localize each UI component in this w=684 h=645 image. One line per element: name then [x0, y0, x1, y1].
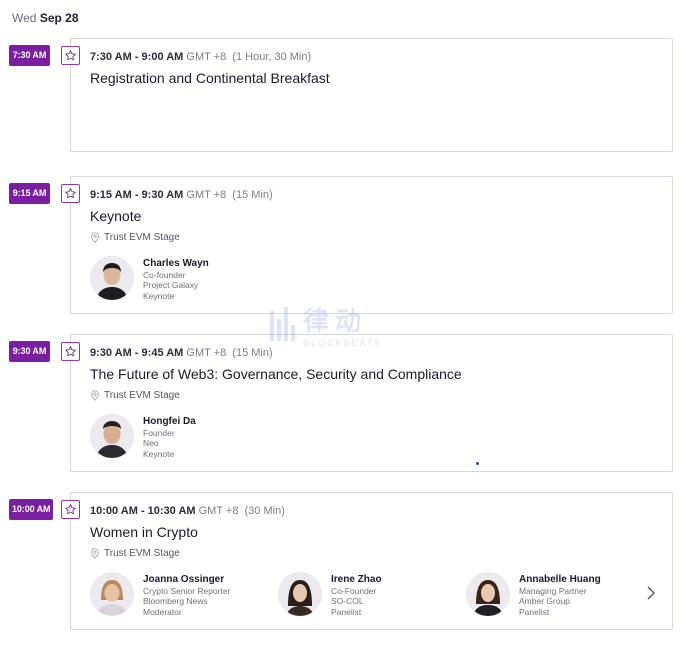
avatar [90, 414, 134, 458]
speaker-type: Keynote [143, 290, 175, 301]
speaker-org: Amber Group [519, 596, 571, 606]
speaker-org: Neo [143, 438, 159, 448]
favorite-button[interactable] [61, 500, 80, 519]
star-icon [65, 346, 76, 357]
map-pin-icon [91, 232, 99, 243]
session-location: Trust EVM Stage [90, 390, 660, 401]
duration: (1 Hour, 30 Min) [232, 51, 312, 63]
speaker-list: Joanna Ossinger Crypto Senior Reporter B… [90, 572, 660, 618]
star-icon [65, 188, 76, 199]
duration: (15 Min) [232, 189, 273, 201]
session-start-badge: 9:30 AM [9, 341, 50, 362]
speaker-name: Charles Wayn [143, 258, 209, 269]
speaker-org: Bloomberg News [143, 596, 208, 606]
session-title[interactable]: Women in Crypto [90, 524, 660, 540]
speaker-role: Co-founder [143, 269, 186, 280]
session-1: 7:30 AM 7:30 AM - 9:00 AM GMT +8 (1 Hour… [0, 38, 684, 152]
session-title[interactable]: Registration and Continental Breakfast [90, 70, 660, 86]
speaker-type: Panelist [331, 606, 362, 617]
session-2: 9:15 AM 9:15 AM - 9:30 AM GMT +8 (15 Min… [0, 176, 684, 314]
session-time-range: 9:15 AM - 9:30 AM GMT +8 (15 Min) [90, 189, 660, 201]
time-span: 9:15 AM - 9:30 AM [90, 189, 184, 201]
session-start-badge: 10:00 AM [9, 499, 54, 520]
duration: (15 Min) [232, 347, 273, 359]
speaker-name: Hongfei Da [143, 416, 196, 427]
speaker[interactable]: Irene Zhao Co-Founder SO-COL Panelist [278, 572, 382, 617]
session-4: 10:00 AM 10:00 AM - 10:30 AM GMT +8 (30 … [0, 492, 684, 630]
avatar [90, 256, 134, 300]
speaker-list: Charles Wayn Co-founder Project Galaxy K… [90, 256, 660, 302]
time-span: 9:30 AM - 9:45 AM [90, 347, 184, 359]
speaker-name: Irene Zhao [331, 574, 382, 585]
location-label: Trust EVM Stage [104, 548, 180, 559]
avatar [90, 572, 134, 616]
session-title[interactable]: The Future of Web3: Governance, Security… [90, 366, 660, 382]
speaker-type: Panelist [519, 606, 550, 617]
speaker-role: Crypto Senior Reporter [143, 585, 231, 596]
speaker[interactable]: Hongfei Da Founder Neo Keynote [90, 414, 196, 459]
favorite-button[interactable] [61, 46, 80, 65]
map-pin-icon [91, 390, 99, 401]
speaker-role: Co-Founder [331, 585, 377, 596]
session-3: 9:30 AM 9:30 AM - 9:45 AM GMT +8 (15 Min… [0, 334, 684, 472]
avatar [278, 572, 322, 616]
speaker-name: Annabelle Huang [519, 574, 601, 585]
timezone: GMT +8 [186, 347, 227, 359]
favorite-button[interactable] [61, 342, 80, 361]
speaker-org: SO-COL [331, 596, 364, 606]
duration: (30 Min) [244, 505, 285, 517]
timezone: GMT +8 [186, 51, 227, 63]
chevron-right-icon[interactable] [646, 586, 656, 600]
time-span: 10:00 AM - 10:30 AM [90, 505, 196, 517]
session-card[interactable]: 7:30 AM - 9:00 AM GMT +8 (1 Hour, 30 Min… [70, 38, 673, 152]
session-card[interactable]: 9:15 AM - 9:30 AM GMT +8 (15 Min) Keynot… [70, 176, 673, 314]
speaker-role: Founder [143, 427, 175, 438]
time-span: 7:30 AM - 9:00 AM [90, 51, 184, 63]
date-day: Sep 28 [39, 11, 79, 25]
speaker-list: Hongfei Da Founder Neo Keynote [90, 414, 660, 460]
timezone: GMT +8 [198, 505, 239, 517]
speaker[interactable]: Joanna Ossinger Crypto Senior Reporter B… [90, 572, 230, 617]
session-location: Trust EVM Stage [90, 548, 660, 559]
speaker[interactable]: Charles Wayn Co-founder Project Galaxy K… [90, 256, 209, 301]
session-card[interactable]: 9:30 AM - 9:45 AM GMT +8 (15 Min) The Fu… [70, 334, 673, 472]
session-title[interactable]: Keynote [90, 208, 660, 224]
speaker-type: Moderator [143, 606, 182, 617]
speaker-org: Project Galaxy [143, 280, 199, 290]
speaker-type: Keynote [143, 448, 175, 459]
timezone: GMT +8 [186, 189, 227, 201]
session-start-badge: 9:15 AM [9, 183, 50, 204]
session-start-badge: 7:30 AM [9, 45, 50, 66]
session-time-range: 9:30 AM - 9:45 AM GMT +8 (15 Min) [90, 347, 660, 359]
cursor-dot [476, 462, 479, 465]
location-label: Trust EVM Stage [104, 390, 180, 401]
session-time-range: 10:00 AM - 10:30 AM GMT +8 (30 Min) [90, 505, 660, 517]
favorite-button[interactable] [61, 184, 80, 203]
location-label: Trust EVM Stage [104, 232, 180, 243]
speaker-role: Managing Partner [519, 585, 587, 596]
session-card[interactable]: 10:00 AM - 10:30 AM GMT +8 (30 Min) Wome… [70, 492, 673, 630]
speaker-name: Joanna Ossinger [143, 574, 225, 585]
star-icon [65, 50, 76, 61]
session-time-range: 7:30 AM - 9:00 AM GMT +8 (1 Hour, 30 Min… [90, 51, 660, 63]
map-pin-icon [91, 548, 99, 559]
date-header: Wed Sep 28 [12, 11, 79, 25]
date-weekday: Wed [12, 11, 37, 25]
avatar [466, 572, 510, 616]
speaker[interactable]: Annabelle Huang Managing Partner Amber G… [466, 572, 601, 617]
session-location: Trust EVM Stage [90, 232, 660, 243]
star-icon [65, 504, 76, 515]
